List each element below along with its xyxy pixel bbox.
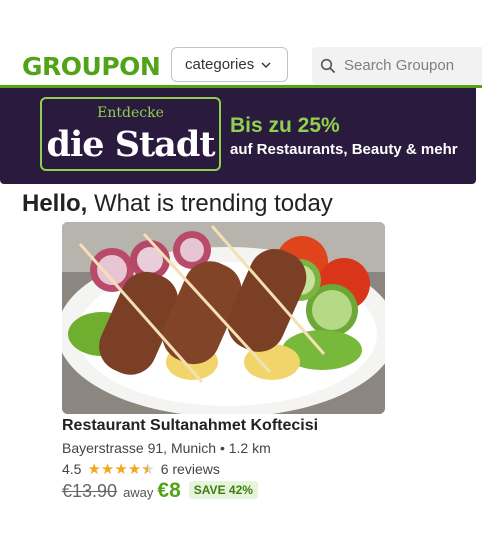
- search-input[interactable]: Search Groupon: [312, 47, 482, 84]
- deal-rating: 4.5 ★★★★★★ 6 reviews: [62, 460, 220, 478]
- review-count: 6 reviews: [160, 461, 220, 477]
- greeting-heading: Hello, What is trending today: [22, 190, 333, 218]
- deal-title[interactable]: Restaurant Sultanahmet Koftecisi: [62, 417, 318, 435]
- banner-big-text: die Stadt: [46, 124, 216, 165]
- search-icon: [320, 58, 336, 73]
- top-header: GROUPON categories Search Groupon: [0, 44, 482, 88]
- original-price: €13.90: [62, 481, 118, 501]
- save-badge: SAVE 42%: [188, 481, 258, 499]
- deal-address: Bayerstrasse 91, Munich • 1.2 km: [62, 440, 271, 456]
- categories-label: categories: [185, 56, 255, 73]
- deal-image[interactable]: [62, 222, 385, 414]
- promo-banner[interactable]: Entdecke die Stadt Bis zu 25% auf Restau…: [0, 88, 476, 184]
- greeting-rest: What is trending today: [87, 190, 333, 217]
- banner-headline: Bis zu 25%: [230, 114, 340, 137]
- banner-small-text: Entdecke: [97, 105, 164, 121]
- rating-value: 4.5: [62, 461, 82, 477]
- greeting-bold: Hello,: [22, 190, 88, 217]
- away-label: away: [123, 485, 154, 500]
- star-rating-icon: ★★★★★★: [87, 461, 155, 478]
- chevron-down-icon: [261, 62, 271, 68]
- search-placeholder: Search Groupon: [344, 57, 455, 74]
- kebab-plate-illustration: [62, 222, 385, 414]
- discount-price: €8: [157, 479, 181, 502]
- deal-price: €13.90 away €8 SAVE 42%: [62, 479, 258, 503]
- categories-dropdown[interactable]: categories: [171, 47, 288, 82]
- banner-badge: Entdecke die Stadt: [40, 97, 221, 171]
- groupon-logo[interactable]: GROUPON: [22, 52, 161, 81]
- banner-subtext: auf Restaurants, Beauty & mehr: [230, 141, 458, 158]
